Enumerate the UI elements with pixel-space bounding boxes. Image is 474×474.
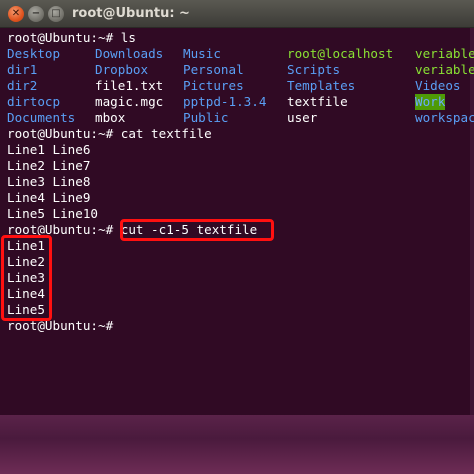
close-window-button[interactable]: ✕ (8, 6, 24, 22)
ls-entry: user (287, 110, 318, 125)
window-titlebar: ✕ − □ root@Ubuntu: ~ (0, 0, 474, 28)
ls-entry: veriable (415, 62, 474, 77)
terminal-area[interactable]: root@Ubuntu:~# ls Desktop Downloads Musi… (0, 28, 474, 415)
minimize-window-button[interactable]: − (28, 6, 44, 22)
ls-entry: Music (183, 46, 221, 61)
ls-entry: Downloads (95, 46, 164, 61)
ls-entry: Templates (287, 78, 356, 93)
output-line: Line5 Line10 (7, 206, 98, 221)
maximize-window-button[interactable]: □ (48, 6, 64, 22)
ls-entry: pptpd-1.3.4 (183, 94, 267, 109)
ls-entry: Public (183, 110, 229, 125)
output-line: Line1 Line6 (7, 142, 91, 157)
ls-entry: dir1 (7, 62, 38, 77)
ls-entry: magic.mgc (95, 94, 164, 109)
ls-entry: Dropbox (95, 62, 149, 77)
ls-entry: root@localhost (287, 46, 394, 61)
ls-entry: mbox (95, 110, 126, 125)
ls-entry: Desktop (7, 46, 61, 61)
output-line: Line4 Line9 (7, 190, 91, 205)
maximize-icon: □ (51, 8, 61, 19)
ls-entry: Documents (7, 110, 76, 125)
output-line: Line2 Line7 (7, 158, 91, 173)
ls-entry: Scripts (287, 62, 341, 77)
desktop-background (0, 415, 474, 474)
output-highlight-box (1, 235, 52, 321)
ls-entry: Videos (415, 78, 461, 93)
prompt-line: root@Ubuntu:~# cat textfile (7, 126, 212, 141)
minimize-icon: − (31, 8, 41, 19)
ls-entry: veriable (415, 46, 474, 61)
ls-entry: Pictures (183, 78, 244, 93)
command-highlight-box (120, 219, 274, 241)
ls-entry: Work (415, 94, 446, 110)
ls-entry: dir2 (7, 78, 38, 93)
ls-entry: Personal (183, 62, 244, 77)
ls-entry: textfile (287, 94, 348, 109)
window-title: root@Ubuntu: ~ (72, 6, 190, 21)
ls-entry: dirtocp (7, 94, 61, 109)
prompt-line: root@Ubuntu:~# ls (7, 30, 136, 45)
ls-entry: file1.txt (95, 78, 164, 93)
ls-entry: workspac (415, 110, 474, 125)
close-icon: ✕ (11, 8, 21, 19)
output-line: Line3 Line8 (7, 174, 91, 189)
